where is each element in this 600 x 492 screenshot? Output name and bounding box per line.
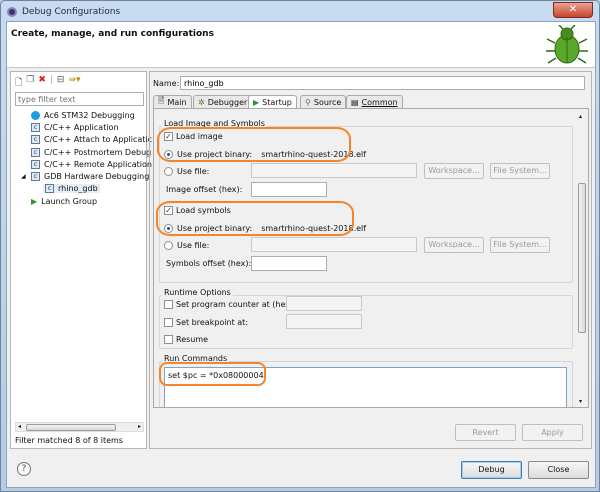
symbols-use-file-radio[interactable]: Use file: <box>164 239 209 251</box>
tree-toolbar: 🗋 ❐ ✖ | ⊟ ⇛▾ <box>15 75 81 91</box>
pc-input[interactable] <box>286 296 362 311</box>
image-offset-label: Image offset (hex): <box>166 185 243 194</box>
tab-debugger[interactable]: ✲ Debugger <box>193 95 253 108</box>
radio-unselected[interactable] <box>164 240 173 250</box>
c-config-icon: c <box>31 122 40 132</box>
checkbox-unchecked[interactable] <box>164 334 173 344</box>
tree-item-gdb-hardware[interactable]: ◢ c GDB Hardware Debugging <box>21 170 152 182</box>
filter-input[interactable] <box>15 92 144 106</box>
checkbox-unchecked[interactable] <box>164 317 173 327</box>
config-tree: Ac6 STM32 Debugging c C/C++ Application c… <box>21 109 152 207</box>
checkbox-checked[interactable]: ✓ <box>164 205 173 215</box>
tab-main[interactable]: 🗎 Main <box>153 95 192 108</box>
debugger-icon: ✲ <box>198 97 205 107</box>
name-input[interactable] <box>180 76 585 90</box>
dialog-header: Create, manage, and run configurations <box>7 22 595 68</box>
startup-icon: ▶ <box>253 98 260 107</box>
delete-icon[interactable]: ✖ <box>38 75 46 91</box>
breakpoint-input[interactable] <box>286 314 362 329</box>
tree-item-cpp-attach[interactable]: c C/C++ Attach to Applicatic <box>21 134 152 146</box>
tree-item-ac6[interactable]: Ac6 STM32 Debugging <box>21 109 152 121</box>
apply-button[interactable]: Apply <box>522 424 583 441</box>
vertical-scrollbar[interactable]: ▴ ▾ <box>576 109 588 407</box>
tree-item-cpp-postmortem[interactable]: c C/C++ Postmortem Debug <box>21 146 152 158</box>
tab-common[interactable]: ▤ Common <box>346 95 403 108</box>
dialog-client: Create, manage, and run configurations 🗋… <box>6 21 596 488</box>
c-config-icon: c <box>31 159 40 169</box>
image-binary-name: smartrhino-quest-2018.elf <box>261 149 367 159</box>
symbols-binary-name: smartrhino-quest-2018.elf <box>261 223 367 233</box>
debug-button[interactable]: Debug <box>461 461 522 479</box>
configuration-editor: Name: 🗎Main ✲Debugger ▶Startup ⚲Source ▤… <box>149 71 592 449</box>
horizontal-scrollbar[interactable]: ◂ ▸ <box>15 422 144 432</box>
image-file-system-button[interactable]: File System... <box>490 163 550 179</box>
launch-icon: ▶ <box>31 196 38 206</box>
radio-selected[interactable] <box>164 223 173 233</box>
tree-item-launch-group[interactable]: ▶ Launch Group <box>21 195 152 207</box>
image-offset-input[interactable] <box>251 182 327 197</box>
scrollbar-thumb[interactable] <box>578 183 586 333</box>
tree-item-rhino-gdb[interactable]: c rhino_gdb <box>21 183 152 195</box>
source-icon: ⚲ <box>305 97 311 107</box>
image-file-input[interactable] <box>251 163 417 178</box>
set-pc-checkbox[interactable]: Set program counter at (hex): <box>164 298 296 310</box>
load-group-title: Load Image and Symbols <box>162 119 267 128</box>
tab-source[interactable]: ⚲ Source <box>300 95 347 108</box>
expand-arrow-icon[interactable]: ◢ <box>21 173 27 180</box>
c-config-icon: c <box>31 172 40 182</box>
image-workspace-button[interactable]: Workspace... <box>424 163 484 179</box>
radio-unselected[interactable] <box>164 166 173 176</box>
collapse-all-icon[interactable]: ⊟ <box>57 75 65 91</box>
run-commands-textarea[interactable]: set $pc = *0x08000004 <box>164 367 567 407</box>
symbols-offset-input[interactable] <box>251 256 327 271</box>
close-button[interactable]: Close <box>528 461 589 479</box>
symbols-use-project-binary-radio[interactable]: Use project binary: smartrhino-quest-2018… <box>164 222 366 234</box>
symbols-workspace-button[interactable]: Workspace... <box>424 237 484 253</box>
scrollbar-thumb[interactable] <box>26 424 116 431</box>
c-config-icon: c <box>31 135 40 145</box>
load-symbols-checkbox[interactable]: ✓ Load symbols <box>164 204 231 216</box>
eclipse-icon <box>7 7 17 17</box>
new-config-icon[interactable]: 🗋 <box>15 75 22 91</box>
image-use-file-radio[interactable]: Use file: <box>164 165 209 177</box>
run-commands-title: Run Commands <box>162 354 230 363</box>
window-close-button[interactable]: ✕ <box>553 2 593 18</box>
symbols-file-input[interactable] <box>251 237 417 252</box>
window-title: Debug Configurations <box>22 7 121 17</box>
debug-bug-icon <box>546 25 588 64</box>
tab-startup[interactable]: ▶ Startup <box>248 95 297 109</box>
dialog-heading: Create, manage, and run configurations <box>11 29 214 39</box>
configuration-tree-panel: 🗋 ❐ ✖ | ⊟ ⇛▾ Ac6 STM32 Debugging cC/C++ … <box>10 71 152 449</box>
symbols-file-system-button[interactable]: File System... <box>490 237 550 253</box>
symbols-offset-label: Symbols offset (hex): <box>166 259 252 268</box>
checkbox-checked[interactable]: ✓ <box>164 131 173 141</box>
c-config-icon: c <box>31 147 40 157</box>
common-icon: ▤ <box>351 97 359 107</box>
main-icon: 🗎 <box>158 96 165 105</box>
c-config-icon: c <box>45 184 54 194</box>
resume-checkbox[interactable]: Resume <box>164 333 208 345</box>
image-use-project-binary-radio[interactable]: Use project binary: smartrhino-quest-2018… <box>164 148 366 160</box>
tree-item-cpp-app[interactable]: c C/C++ Application <box>21 121 152 133</box>
duplicate-icon[interactable]: ❐ <box>26 75 34 91</box>
name-label: Name: <box>153 79 180 88</box>
set-breakpoint-checkbox[interactable]: Set breakpoint at: <box>164 316 248 328</box>
filter-status: Filter matched 8 of 8 items <box>15 436 123 445</box>
help-icon[interactable]: ? <box>17 462 31 476</box>
startup-tab-panel: ▴ ▾ Load Image and Symbols ✓ Load image U… <box>153 108 589 408</box>
ac6-icon <box>31 110 40 120</box>
radio-selected[interactable] <box>164 149 173 159</box>
title-bar: Debug Configurations <box>7 4 120 20</box>
tree-item-cpp-remote[interactable]: c C/C++ Remote Application <box>21 158 152 170</box>
tab-bar: 🗎 Main ✲ Debugger ▶ Startup ⚲ Source ▤ Common <box>153 95 589 109</box>
runtime-group-title: Runtime Options <box>162 288 233 297</box>
revert-button[interactable]: Revert <box>455 424 516 441</box>
checkbox-unchecked[interactable] <box>164 299 173 309</box>
load-image-checkbox[interactable]: ✓ Load image <box>164 130 223 142</box>
debug-configurations-window: Debug Configurations ✕ Create, manage, a… <box>0 0 600 492</box>
filter-icon[interactable]: ⇛▾ <box>68 75 80 91</box>
